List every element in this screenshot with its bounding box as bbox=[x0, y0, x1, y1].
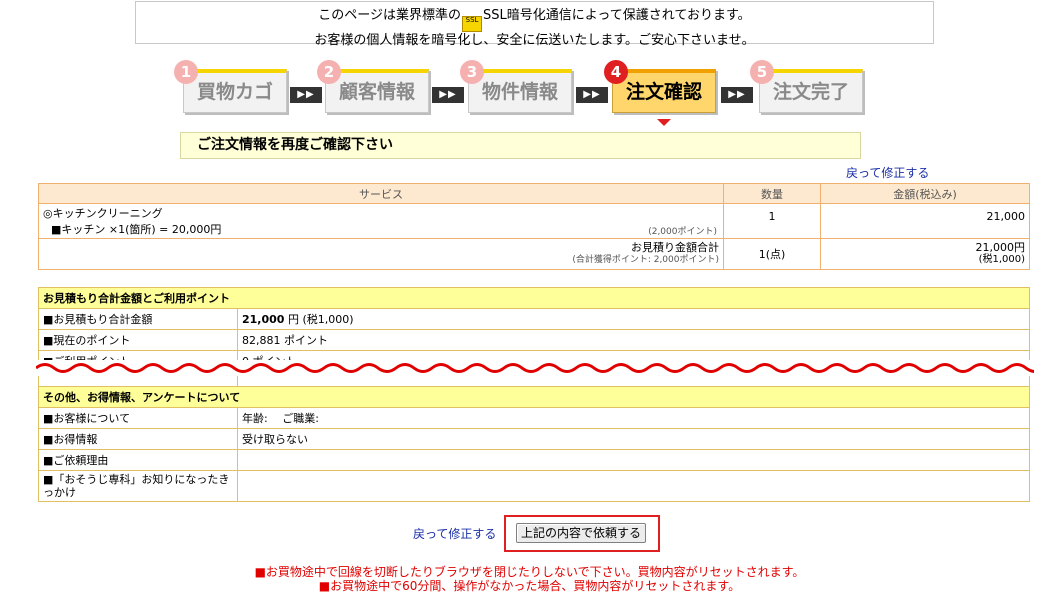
column-header-service: サービス bbox=[38, 183, 724, 204]
current-step-pointer-icon bbox=[657, 119, 671, 126]
step-complete: 注文完了 bbox=[759, 69, 863, 113]
row-label: ■現在のポイント bbox=[38, 329, 238, 351]
total-label-cell: お見積り金額合計 (合計獲得ポイント: 2,000ポイント) bbox=[38, 238, 724, 270]
table-row: ■お客様について 年齢: ご職業: bbox=[38, 407, 1030, 429]
step-property: 物件情報 bbox=[468, 69, 572, 113]
step-number-badge: 1 bbox=[174, 60, 198, 84]
row-value: 受け取らない bbox=[237, 428, 1030, 450]
column-header-amount: 金額(税込み) bbox=[820, 183, 1030, 204]
total-points: (合計獲得ポイント: 2,000ポイント) bbox=[572, 255, 719, 265]
ssl-lock-icon: SSL bbox=[462, 16, 483, 32]
service-cell: ◎キッチンクリーニング ■キッチン ×1(箇所) = 20,000円 (2,00… bbox=[38, 203, 724, 239]
service-name: ◎キッチンクリーニング bbox=[43, 207, 163, 220]
submit-request-button[interactable]: 上記の内容で依頼する bbox=[516, 523, 646, 543]
step-arrow-icon: ▶▶ bbox=[290, 87, 322, 103]
ssl-text-post: SSL暗号化通信によって保護されております。 bbox=[483, 8, 751, 23]
section-title: その他、お得情報、アンケートについて bbox=[38, 386, 1030, 408]
step-number-badge: 5 bbox=[750, 60, 774, 84]
row-value: 82,881 ポイント bbox=[237, 329, 1030, 351]
table-row: ■お得情報 受け取らない bbox=[38, 428, 1030, 450]
table-total-row: お見積り金額合計 (合計獲得ポイント: 2,000ポイント) 1(点) 21,0… bbox=[38, 238, 1030, 270]
table-row: ■ご依頼理由 bbox=[38, 449, 1030, 471]
page-cut-wave-icon bbox=[36, 360, 1034, 376]
confirm-notice: ご注文情報を再度ご確認下さい bbox=[180, 132, 861, 159]
service-points: (2,000ポイント) bbox=[648, 227, 717, 237]
step-label: 注文確認 bbox=[625, 81, 702, 103]
step-label: 顧客情報 bbox=[338, 81, 415, 103]
ssl-text-pre: このページは業界標準の bbox=[318, 8, 462, 23]
step-arrow-icon: ▶▶ bbox=[576, 87, 608, 103]
total-qty: 1(点) bbox=[723, 238, 821, 270]
ssl-line-1: このページは業界標準の SSL SSL暗号化通信によって保護されております。 bbox=[136, 7, 933, 32]
step-cart: 買物カゴ bbox=[183, 69, 287, 113]
step-label: 注文完了 bbox=[772, 81, 849, 103]
total-amount-cell: 21,000円 (税1,000) bbox=[820, 238, 1030, 270]
warning-line-2: ■お買物途中で60分間、操作がなかった場合、買物内容がリセットされます。 bbox=[318, 579, 741, 593]
total-tax: (税1,000) bbox=[978, 254, 1025, 265]
column-header-qty: 数量 bbox=[723, 183, 821, 204]
other-section: その他、お得情報、アンケートについて ■お客様について 年齢: ご職業: ■お得… bbox=[38, 386, 1030, 502]
step-arrow-icon: ▶▶ bbox=[721, 87, 753, 103]
row-value bbox=[237, 449, 1030, 471]
ssl-line-2: お客様の個人情報を暗号化し、安全に伝送いたします。ご安心下さいませ。 bbox=[314, 33, 755, 48]
table-row: ■お見積もり合計金額 21,000 円 (税1,000) bbox=[38, 308, 1030, 330]
checkout-steps: 買物カゴ 1 ▶▶ 顧客情報 2 ▶▶ 物件情報 3 ▶▶ 注文確認 4 ▶▶ … bbox=[0, 60, 1059, 122]
row-label: ■お得情報 bbox=[38, 428, 238, 450]
step-number-badge: 3 bbox=[460, 60, 484, 84]
step-customer: 顧客情報 bbox=[325, 69, 429, 113]
table-row: ◎キッチンクリーニング ■キッチン ×1(箇所) = 20,000円 (2,00… bbox=[38, 203, 1030, 239]
row-label: ■ご依頼理由 bbox=[38, 449, 238, 471]
step-label: 物件情報 bbox=[481, 81, 558, 103]
submit-highlight: 上記の内容で依頼する bbox=[504, 515, 660, 552]
service-detail: ■キッチン ×1(箇所) = 20,000円 bbox=[51, 223, 222, 236]
table-row: ■「おそうじ専科」お知りになったきっかけ bbox=[38, 470, 1030, 502]
back-to-edit-link-top[interactable]: 戻って修正する bbox=[846, 164, 929, 181]
row-label: ■お見積もり合計金額 bbox=[38, 308, 238, 330]
service-table: サービス 数量 金額(税込み) ◎キッチンクリーニング ■キッチン ×1(箇所)… bbox=[38, 183, 1030, 270]
step-label: 買物カゴ bbox=[196, 81, 273, 103]
row-value: 年齢: ご職業: bbox=[237, 407, 1030, 429]
total-amount: 21,000円 bbox=[975, 241, 1026, 254]
service-qty: 1 bbox=[723, 203, 821, 239]
estimate-total-unit: 円 (税1,000) bbox=[284, 313, 354, 326]
table-header-row: サービス 数量 金額(税込み) bbox=[38, 183, 1030, 204]
estimate-total-value: 21,000 bbox=[242, 313, 285, 326]
table-row: ■現在のポイント 82,881 ポイント bbox=[38, 329, 1030, 351]
row-label: ■「おそうじ専科」お知りになったきっかけ bbox=[38, 470, 238, 502]
service-amount: 21,000 bbox=[820, 203, 1030, 239]
back-to-edit-link-bottom[interactable]: 戻って修正する bbox=[413, 525, 496, 542]
ssl-notice: このページは業界標準の SSL SSL暗号化通信によって保護されております。 お客様… bbox=[135, 1, 934, 48]
row-value: 21,000 円 (税1,000) bbox=[237, 308, 1030, 330]
total-label: お見積り金額合計 bbox=[631, 241, 719, 254]
step-arrow-icon: ▶▶ bbox=[432, 87, 464, 103]
row-label: ■お客様について bbox=[38, 407, 238, 429]
row-value bbox=[237, 470, 1030, 502]
section-title: お見積もり合計金額とご利用ポイント bbox=[38, 287, 1030, 309]
step-number-badge: 4 bbox=[604, 60, 628, 84]
step-confirm: 注文確認 bbox=[612, 69, 716, 113]
step-number-badge: 2 bbox=[317, 60, 341, 84]
